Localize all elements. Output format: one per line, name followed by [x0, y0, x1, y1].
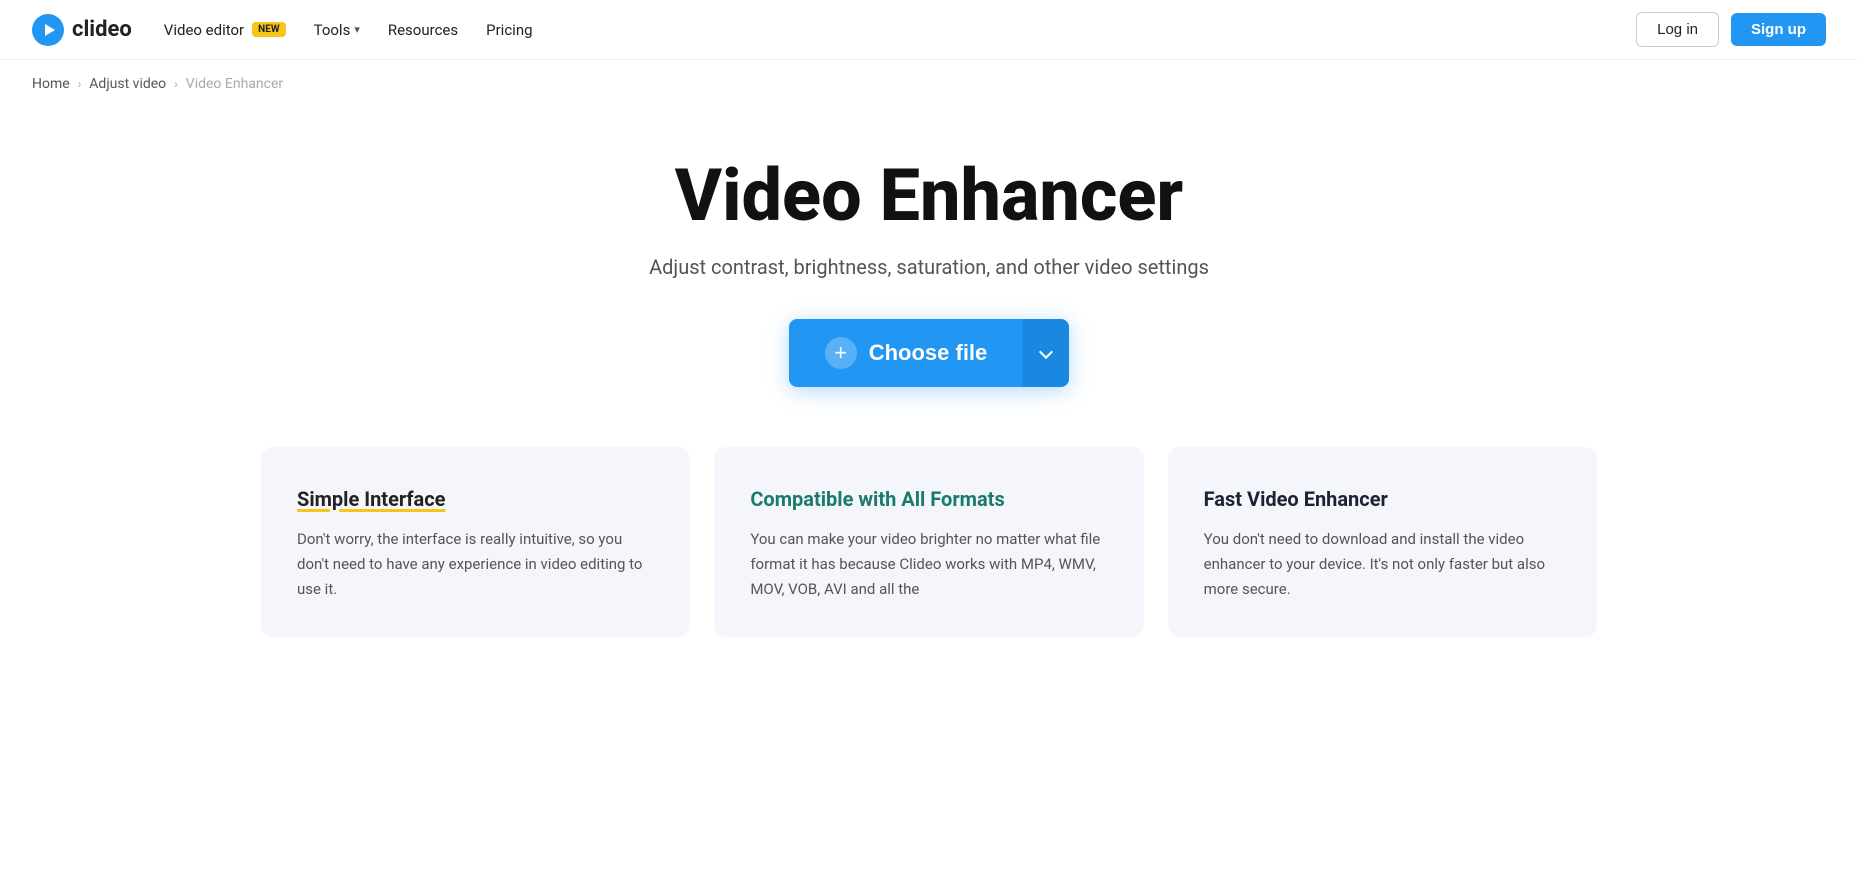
- nav-pricing[interactable]: Pricing: [486, 21, 532, 39]
- breadcrumb-sep-2: ›: [174, 77, 178, 91]
- feature-title-compatible-formats: Compatible with All Formats: [750, 487, 1107, 511]
- plus-icon: +: [825, 337, 857, 369]
- breadcrumb-current: Video Enhancer: [186, 76, 283, 92]
- logo-icon: [32, 14, 64, 46]
- features-section: Simple Interface Don't worry, the interfa…: [229, 447, 1629, 677]
- nav-resources[interactable]: Resources: [388, 21, 458, 39]
- feature-title-simple-interface: Simple Interface: [297, 487, 654, 511]
- feature-card-simple-interface: Simple Interface Don't worry, the interfa…: [261, 447, 690, 637]
- hero-subtitle: Adjust contrast, brightness, saturation,…: [20, 255, 1838, 279]
- feature-title-fast-enhancer: Fast Video Enhancer: [1204, 487, 1561, 511]
- choose-file-button[interactable]: + Choose file: [789, 319, 1024, 387]
- breadcrumb-home[interactable]: Home: [32, 76, 70, 92]
- tools-chevron-icon: ▾: [354, 23, 360, 36]
- breadcrumb-adjust-video[interactable]: Adjust video: [89, 76, 166, 92]
- new-badge: NEW: [252, 22, 285, 37]
- choose-file-wrapper: + Choose file: [789, 319, 1070, 387]
- hero-section: Video Enhancer Adjust contrast, brightne…: [0, 108, 1858, 447]
- feature-body-fast-enhancer: You don't need to download and install t…: [1204, 527, 1561, 601]
- breadcrumb-sep-1: ›: [78, 77, 82, 91]
- nav-video-editor[interactable]: Video editor NEW: [164, 21, 286, 39]
- nav-actions: Log in Sign up: [1636, 12, 1826, 47]
- feature-card-fast-enhancer: Fast Video Enhancer You don't need to dow…: [1168, 447, 1597, 637]
- nav-links: Video editor NEW Tools ▾ Resources Prici…: [164, 21, 1604, 39]
- hero-title: Video Enhancer: [20, 156, 1838, 235]
- login-button[interactable]: Log in: [1636, 12, 1719, 47]
- feature-body-simple-interface: Don't worry, the interface is really int…: [297, 527, 654, 601]
- nav-tools[interactable]: Tools ▾: [314, 21, 360, 39]
- breadcrumb: Home › Adjust video › Video Enhancer: [0, 60, 1858, 108]
- logo-text: clideo: [72, 17, 132, 42]
- choose-file-dropdown-button[interactable]: [1023, 319, 1069, 387]
- chevron-down-icon: [1041, 344, 1051, 362]
- navbar: clideo Video editor NEW Tools ▾ Resource…: [0, 0, 1858, 60]
- logo[interactable]: clideo: [32, 14, 132, 46]
- feature-body-compatible-formats: You can make your video brighter no matt…: [750, 527, 1107, 601]
- feature-card-compatible-formats: Compatible with All Formats You can make …: [714, 447, 1143, 637]
- signup-button[interactable]: Sign up: [1731, 13, 1826, 46]
